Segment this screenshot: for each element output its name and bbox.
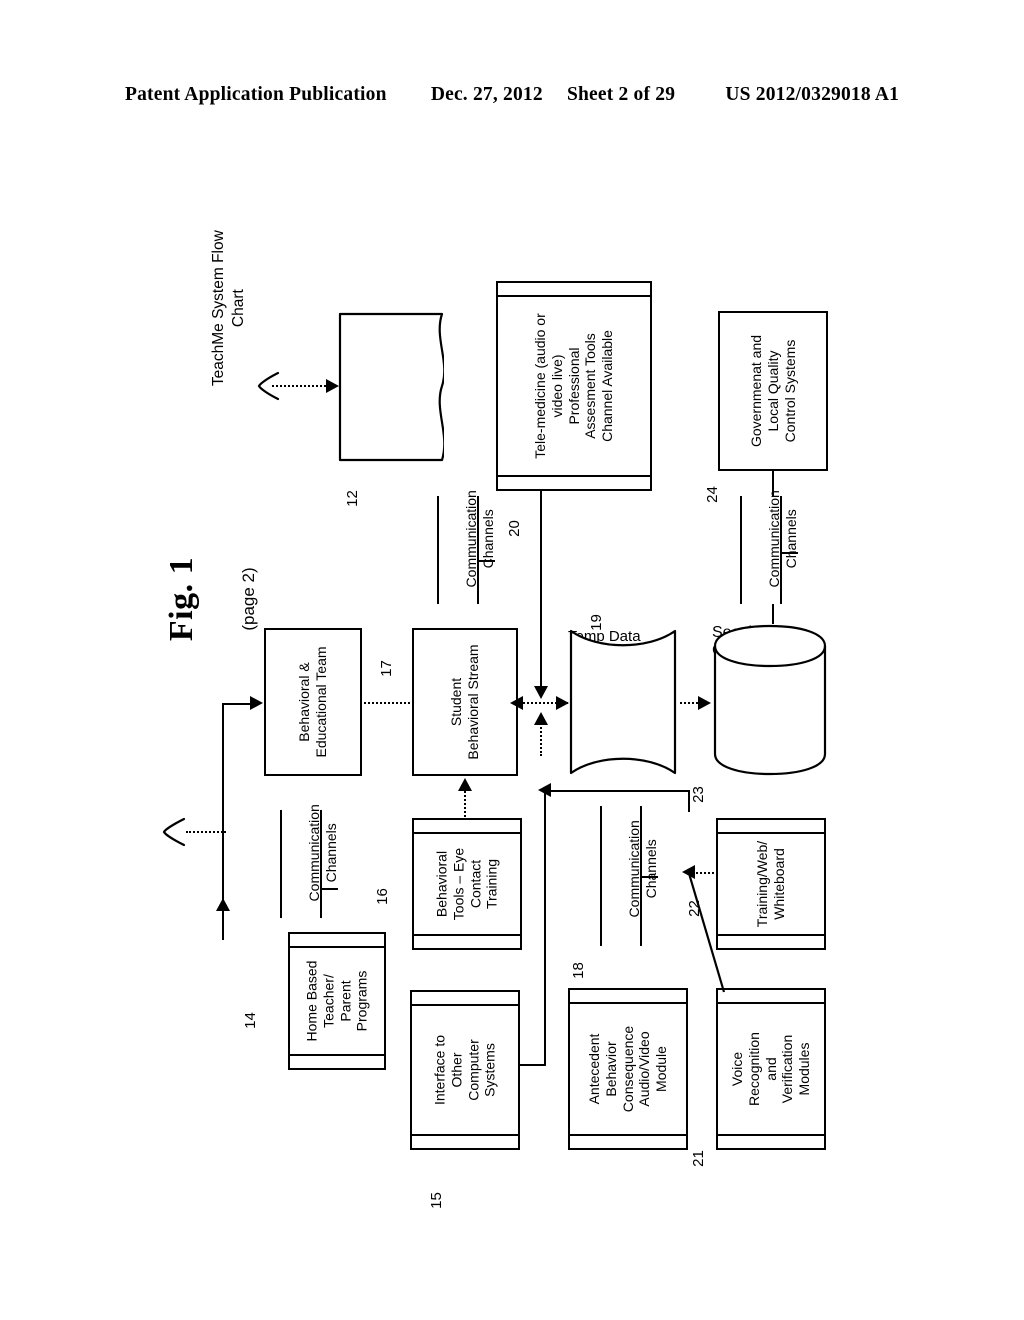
ref-16: 16 xyxy=(373,888,391,905)
figure-sheet: TeachMe System Flow Chart Fig. 1 (page 2… xyxy=(0,0,1024,1320)
junction-right-arrowhead xyxy=(556,696,569,710)
comm-channels-rail-1b xyxy=(477,496,479,604)
comm-channels-label-3: Communication Channels xyxy=(306,804,339,902)
comm-channels-rail-2a xyxy=(740,496,742,604)
left-offpage-chevron xyxy=(162,817,186,847)
government-to-security-line xyxy=(772,471,774,497)
node-telemedicine[interactable]: Tele-medicine (audio or video live) Prof… xyxy=(496,281,652,491)
node-behavioral-team-label: Behavioral & Educational Team xyxy=(296,646,329,758)
lower-to-stream-line xyxy=(548,790,690,792)
lower-right-vertical xyxy=(688,790,690,812)
comm-channels-rail-3b xyxy=(320,810,322,918)
government-to-security-line-2 xyxy=(772,604,774,624)
junction-up-arrowhead xyxy=(534,712,548,725)
interface-out-vertical xyxy=(544,790,546,1066)
node-reports[interactable]: Reports xyxy=(338,312,444,462)
comm-channels-tick-2 xyxy=(780,552,798,554)
node-student-behavioral-stream[interactable]: Student Behavioral Stream xyxy=(412,628,518,776)
comm-channels-tick-4 xyxy=(640,876,658,878)
node-home-based[interactable]: Home Based Teacher/ Parent Programs xyxy=(288,932,386,1070)
ref-19: 19 xyxy=(587,614,605,631)
left-trunk-lower xyxy=(222,910,224,940)
node-training-web-whiteboard[interactable]: Training/Web/ Whiteboard xyxy=(716,818,826,950)
comm-channels-tick-3 xyxy=(320,888,338,890)
tools-to-student-arrowhead xyxy=(458,778,472,791)
left-offpage-line xyxy=(186,831,226,833)
ref-15: 15 xyxy=(427,1192,445,1209)
team-to-student-line xyxy=(364,702,410,704)
ref-23: 23 xyxy=(689,786,707,803)
node-interface-label: Interface to Other Computer Systems xyxy=(431,1034,498,1106)
voice-to-junction-line xyxy=(686,869,726,993)
reports-inflow-arrowhead xyxy=(326,379,339,393)
tempdata-to-security-arrowhead xyxy=(698,696,711,710)
node-voice-recognition[interactable]: Voice Recognition and Verification Modul… xyxy=(716,988,826,1150)
node-government-label: Governmenat and Local Quality Control Sy… xyxy=(747,334,798,448)
comm-channels-rail-2b xyxy=(780,496,782,604)
ref-14: 14 xyxy=(241,1012,259,1029)
node-interface-other-systems[interactable]: Interface to Other Computer Systems xyxy=(410,990,520,1150)
comm-channels-label-4: Communication Channels xyxy=(626,820,659,918)
ref-18: 18 xyxy=(569,962,587,979)
node-government[interactable]: Governmenat and Local Quality Control Sy… xyxy=(718,311,828,471)
figure-number: Fig. 1 xyxy=(163,556,200,642)
node-behavioral-tools[interactable]: Behavioral Tools – Eye Contact Training xyxy=(412,818,522,950)
comm-channels-label-1: Communication Channels xyxy=(463,490,496,588)
ref-21: 21 xyxy=(689,1150,707,1167)
node-antecedent-module[interactable]: Antecedent Behavior Consequence Audio/Vi… xyxy=(568,988,688,1150)
temp-data-shape xyxy=(569,629,677,775)
ref-24: 24 xyxy=(703,486,721,503)
node-student-stream-label: Student Behavioral Stream xyxy=(448,644,481,760)
ref-20: 20 xyxy=(505,520,523,537)
node-home-based-label: Home Based Teacher/ Parent Programs xyxy=(303,960,370,1042)
comm-channels-rail-3a xyxy=(280,810,282,918)
lower-to-stream-arrowhead xyxy=(538,783,551,797)
figure-page: (page 2) xyxy=(239,567,258,631)
comm-channels-tick-1 xyxy=(477,560,495,562)
node-behavioral-tools-label: Behavioral Tools – Eye Contact Training xyxy=(433,847,500,921)
telemedicine-trunk-arrowhead xyxy=(534,686,548,699)
tools-to-student-line xyxy=(464,788,466,820)
left-trunk-into-team-arrowhead xyxy=(250,696,263,710)
node-voice-recognition-label: Voice Recognition and Verification Modul… xyxy=(729,1032,813,1106)
comm-channels-rail-4a xyxy=(600,806,602,946)
node-security-channels[interactable]: Secuirty Channels xyxy=(712,624,828,776)
ref-17: 17 xyxy=(377,660,395,677)
node-behavioral-educational-team[interactable]: Behavioral & Educational Team xyxy=(264,628,362,776)
reports-offpage-chevron xyxy=(257,371,280,401)
left-trunk-vertical xyxy=(222,703,224,915)
node-temp-data[interactable]: Temp Data xyxy=(568,628,678,776)
reports-document-shape xyxy=(338,312,444,462)
ref-12: 12 xyxy=(343,490,361,507)
interface-out-line xyxy=(520,1064,546,1066)
node-training-web-label: Training/Web/ Whiteboard xyxy=(754,840,787,928)
node-telemedicine-label: Tele-medicine (audio or video live) Prof… xyxy=(532,313,616,459)
junction-left-arrowhead xyxy=(510,696,523,710)
telemedicine-trunk-line xyxy=(540,491,542,689)
flowchart-title: TeachMe System Flow Chart xyxy=(209,230,247,387)
comm-channels-rail-1a xyxy=(437,496,439,604)
security-channels-cylinder-shape xyxy=(713,624,827,776)
node-antecedent-label: Antecedent Behavior Consequence Audio/Vi… xyxy=(586,1025,670,1113)
